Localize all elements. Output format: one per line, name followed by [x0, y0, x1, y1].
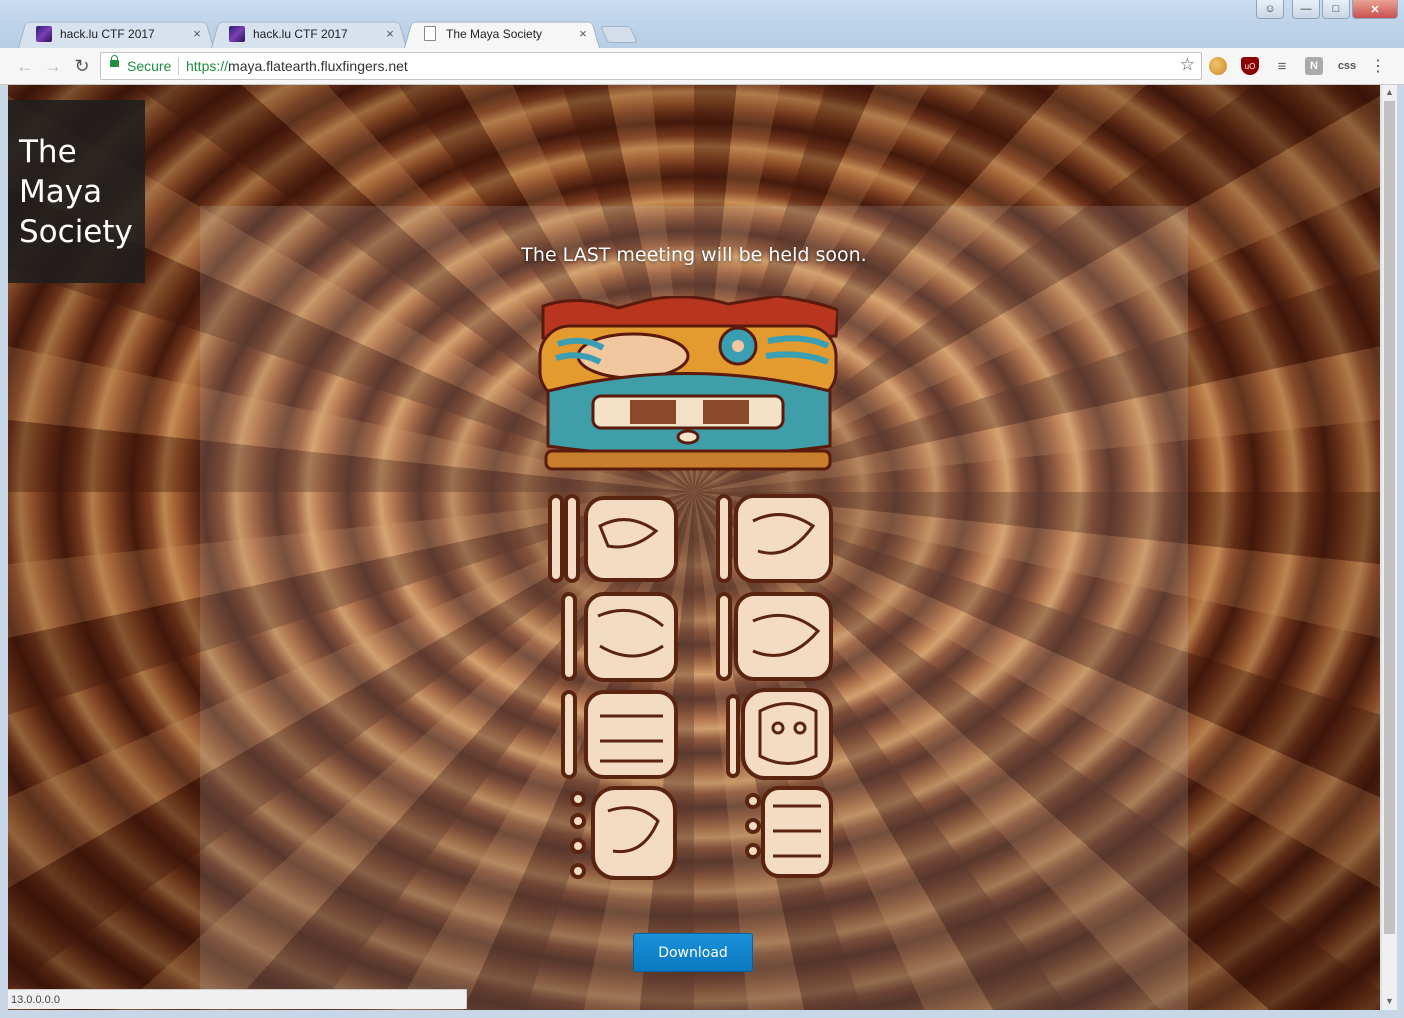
maximize-button[interactable]: □ — [1322, 0, 1350, 19]
url-scheme: https:// — [186, 58, 229, 74]
maya-head-glyph — [538, 296, 838, 471]
vertical-scrollbar[interactable]: ▲ ▼ — [1381, 85, 1397, 1010]
scroll-down-icon[interactable]: ▼ — [1382, 994, 1397, 1009]
tab-maya-society[interactable]: The Maya Society × — [404, 19, 600, 48]
hacklu-favicon-icon — [229, 25, 245, 42]
window-border — [1396, 85, 1404, 1018]
tab-close-icon[interactable]: × — [190, 26, 204, 41]
address-bar[interactable]: Secure https://maya.flatearth.fluxfinger… — [100, 52, 1202, 80]
reload-icon[interactable]: ↻ — [71, 56, 93, 76]
window-border — [0, 85, 8, 1018]
new-tab-button[interactable] — [600, 26, 638, 43]
content-panel: The LAST meeting will be held soon. Down… — [200, 206, 1188, 1010]
secure-label: Secure — [127, 58, 172, 74]
tab-hacklu-2[interactable]: hack.lu CTF 2017 × — [211, 19, 407, 48]
tab-close-icon[interactable]: × — [383, 26, 397, 41]
site-brand: The Maya Society — [8, 100, 145, 283]
window-border — [0, 1010, 1404, 1018]
forward-arrow-icon[interactable]: → — [42, 56, 64, 76]
meeting-tagline: The LAST meeting will be held soon. — [521, 244, 867, 266]
bookmark-star-icon[interactable]: ☆ — [1180, 55, 1195, 75]
browser-toolbar: ← → ↻ Secure https://maya.flatearth.flux… — [0, 48, 1404, 85]
ublock-extension-icon[interactable]: uO — [1241, 57, 1259, 75]
brand-line: The — [19, 134, 77, 170]
minimize-button[interactable]: — — [1292, 0, 1320, 19]
profile-icon[interactable]: ☺ — [1256, 0, 1284, 19]
url-text[interactable]: https://maya.flatearth.fluxfingers.net — [186, 58, 408, 74]
tab-title: The Maya Society — [446, 26, 543, 41]
divider — [178, 57, 179, 75]
scrollbar-thumb[interactable] — [1384, 101, 1395, 934]
database-extension-icon[interactable]: ≡ — [1273, 57, 1291, 75]
window-titlebar: ☺ — □ ✕ hack.lu CTF 2017 × hack.lu CTF 2… — [0, 0, 1404, 48]
browser-menu-icon[interactable]: ⋮ — [1369, 57, 1387, 75]
maya-glyph-image — [538, 296, 838, 880]
hacklu-favicon-icon — [36, 25, 52, 42]
tab-hacklu-1[interactable]: hack.lu CTF 2017 × — [18, 19, 214, 48]
page-favicon-icon — [424, 26, 436, 41]
tab-title: hack.lu CTF 2017 — [253, 26, 348, 41]
cookie-extension-icon[interactable] — [1209, 57, 1227, 75]
page-viewport: The Maya Society The LAST meeting will b… — [8, 85, 1380, 1010]
scroll-up-icon[interactable]: ▲ — [1382, 85, 1397, 100]
tab-close-icon[interactable]: × — [576, 26, 590, 41]
close-window-button[interactable]: ✕ — [1352, 0, 1398, 19]
brand-line: Maya — [19, 174, 103, 210]
window-controls: ☺ — □ ✕ — [1256, 0, 1398, 20]
notion-extension-icon[interactable]: N — [1305, 57, 1323, 75]
tab-title: hack.lu CTF 2017 — [60, 26, 155, 41]
url-host: maya.flatearth.fluxfingers.net — [228, 58, 408, 74]
download-button[interactable]: Download — [633, 933, 753, 972]
lock-icon — [110, 55, 119, 67]
status-bar: 13.0.0.0.0 — [8, 989, 467, 1009]
back-arrow-icon[interactable]: ← — [14, 56, 36, 76]
css-extension-icon[interactable]: css — [1336, 57, 1358, 75]
brand-line: Society — [19, 214, 133, 250]
